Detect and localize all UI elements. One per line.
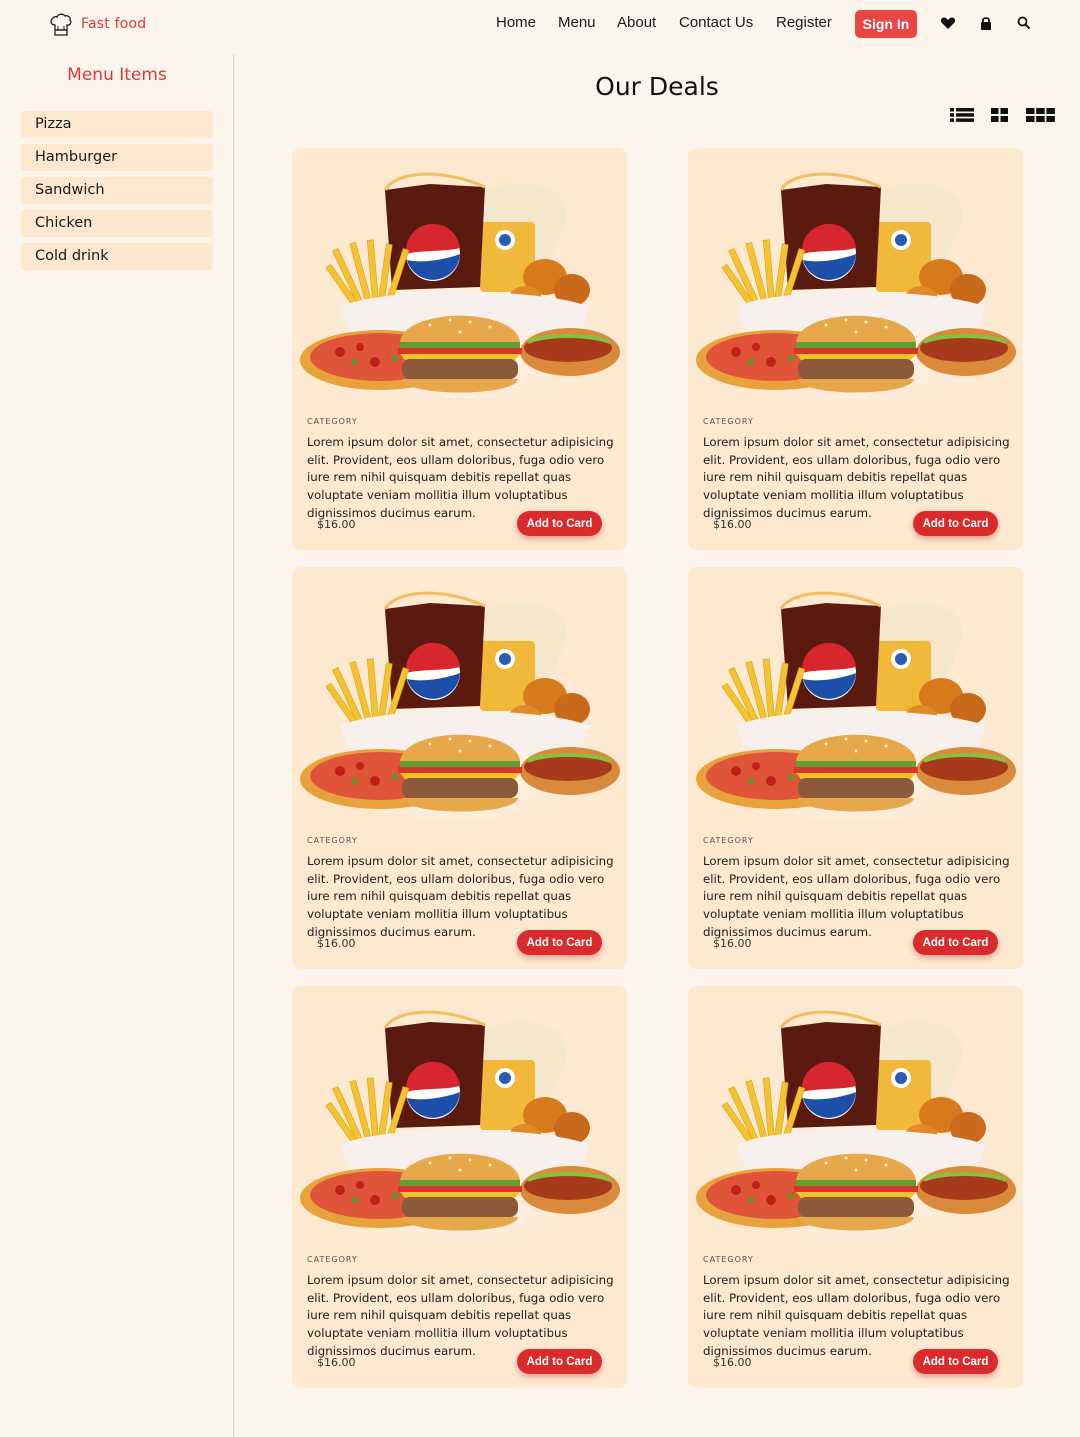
card-description: Lorem ipsum dolor sit amet, consectetur … <box>703 435 1010 520</box>
add-to-cart-button[interactable]: Add to Card <box>517 511 602 536</box>
chef-hat-icon <box>50 13 72 36</box>
sign-in-button[interactable]: Sign In <box>855 10 917 38</box>
card-price: $16.00 <box>317 518 356 531</box>
card-price: $16.00 <box>713 937 752 950</box>
sidebar-item-chicken[interactable]: Chicken <box>21 210 213 237</box>
add-to-cart-button[interactable]: Add to Card <box>517 1349 602 1374</box>
card-category: CATEGORY <box>307 417 358 426</box>
card-category: CATEGORY <box>703 1255 754 1264</box>
card-category: CATEGORY <box>307 1255 358 1264</box>
grid-3-icon[interactable] <box>1026 108 1055 122</box>
list-view-icon[interactable] <box>950 108 974 122</box>
header: Fast food Home Menu About Contact Us Reg… <box>0 0 1080 48</box>
food-combo-image <box>300 172 620 402</box>
deal-card: CATEGORY Lorem ipsum dolor sit amet, con… <box>688 986 1023 1388</box>
card-category: CATEGORY <box>703 417 754 426</box>
logo[interactable]: Fast food <box>47 10 146 38</box>
card-category: CATEGORY <box>703 836 754 845</box>
food-combo-image <box>696 172 1016 402</box>
nav-menu[interactable]: Menu <box>558 14 596 31</box>
deal-card: CATEGORY Lorem ipsum dolor sit amet, con… <box>688 148 1023 550</box>
nav-home[interactable]: Home <box>496 14 536 31</box>
card-description: Lorem ipsum dolor sit amet, consectetur … <box>703 1273 1010 1358</box>
food-combo-image <box>696 1010 1016 1240</box>
card-category: CATEGORY <box>307 836 358 845</box>
nav-contact-us[interactable]: Contact Us <box>679 14 753 31</box>
sidebar-item-cold-drink[interactable]: Cold drink <box>21 243 213 270</box>
food-combo-image <box>300 591 620 821</box>
add-to-cart-button[interactable]: Add to Card <box>913 930 998 955</box>
nav-register[interactable]: Register <box>776 14 832 31</box>
food-combo-image <box>696 591 1016 821</box>
card-price: $16.00 <box>713 518 752 531</box>
card-price: $16.00 <box>317 937 356 950</box>
deal-card: CATEGORY Lorem ipsum dolor sit amet, con… <box>292 148 627 550</box>
card-price: $16.00 <box>713 1356 752 1369</box>
card-description: Lorem ipsum dolor sit amet, consectetur … <box>307 1273 614 1358</box>
heart-icon[interactable] <box>940 15 956 31</box>
logo-text: Fast food <box>81 16 147 32</box>
sidebar: Menu Items Pizza Hamburger Sandwich Chic… <box>0 54 234 1437</box>
nav-about[interactable]: About <box>617 14 656 31</box>
lock-icon[interactable] <box>978 15 994 31</box>
page-title: Our Deals <box>595 72 719 101</box>
deal-card: CATEGORY Lorem ipsum dolor sit amet, con… <box>292 567 627 969</box>
add-to-cart-button[interactable]: Add to Card <box>913 511 998 536</box>
deal-card: CATEGORY Lorem ipsum dolor sit amet, con… <box>292 986 627 1388</box>
add-to-cart-button[interactable]: Add to Card <box>913 1349 998 1374</box>
sidebar-title: Menu Items <box>67 65 167 85</box>
card-description: Lorem ipsum dolor sit amet, consectetur … <box>307 854 614 939</box>
sidebar-item-pizza[interactable]: Pizza <box>21 111 213 138</box>
deal-card: CATEGORY Lorem ipsum dolor sit amet, con… <box>688 567 1023 969</box>
sidebar-item-hamburger[interactable]: Hamburger <box>21 144 213 171</box>
sidebar-item-sandwich[interactable]: Sandwich <box>21 177 213 204</box>
food-combo-image <box>300 1010 620 1240</box>
card-description: Lorem ipsum dolor sit amet, consectetur … <box>307 435 614 520</box>
grid-2-icon[interactable] <box>991 108 1008 122</box>
search-icon[interactable] <box>1016 15 1032 31</box>
card-description: Lorem ipsum dolor sit amet, consectetur … <box>703 854 1010 939</box>
add-to-cart-button[interactable]: Add to Card <box>517 930 602 955</box>
card-price: $16.00 <box>317 1356 356 1369</box>
